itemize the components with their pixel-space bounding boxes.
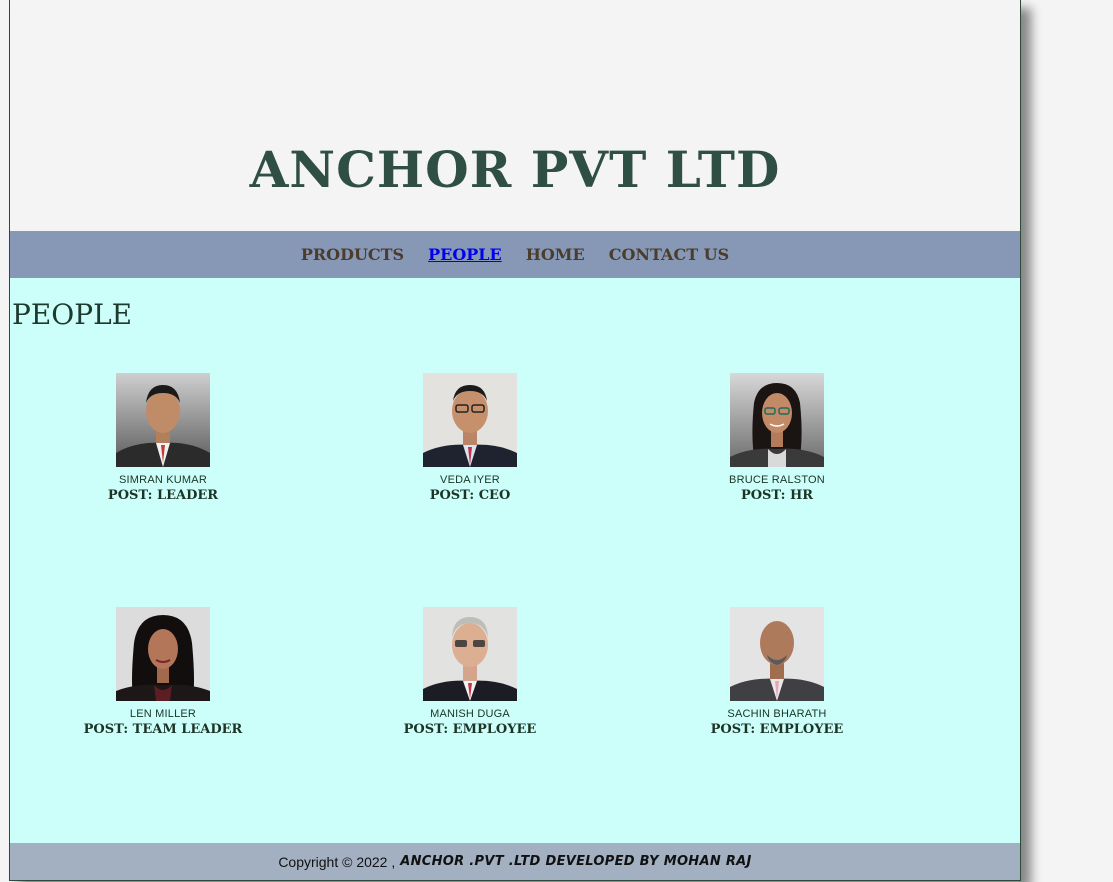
people-section: PEOPLE SIMRAN KUMAR POST: LEADER VEDA IY… — [10, 278, 1020, 843]
page-heading: PEOPLE — [12, 298, 133, 331]
site-footer: Copyright © 2022 , ANCHOR .PVT .LTD DEVE… — [10, 843, 1020, 880]
person-name: LEN MILLER — [129, 708, 197, 720]
person-photo — [116, 373, 210, 467]
page-frame: ANCHOR PVT LTD PRODUCTS PEOPLE HOME CONT… — [9, 0, 1021, 881]
person-name: VEDA IYER — [440, 474, 500, 486]
nav-link-contact-us[interactable]: CONTACT US — [597, 245, 741, 264]
nav-link-people[interactable]: PEOPLE — [416, 245, 514, 264]
person-post: POST: EMPLOYEE — [710, 722, 844, 737]
copyright-text: Copyright © 2022 , — [278, 853, 396, 870]
person-name: MANISH DUGA — [430, 708, 510, 720]
nav-link-home[interactable]: HOME — [514, 245, 597, 264]
person-post: POST: HR — [740, 488, 814, 503]
site-header: ANCHOR PVT LTD — [10, 0, 1020, 231]
person-name: SIMRAN KUMAR — [119, 474, 207, 486]
person-card: SIMRAN KUMAR POST: LEADER — [63, 373, 263, 503]
person-card: MANISH DUGA POST: EMPLOYEE — [370, 607, 570, 737]
site-title: ANCHOR PVT LTD — [249, 140, 781, 199]
person-photo — [423, 607, 517, 701]
person-photo — [730, 607, 824, 701]
person-post: POST: TEAM LEADER — [83, 722, 243, 737]
person-name: BRUCE RALSTON — [729, 474, 825, 486]
person-post: POST: EMPLOYEE — [403, 722, 537, 737]
main-nav: PRODUCTS PEOPLE HOME CONTACT US — [10, 231, 1020, 278]
developer-credit: ANCHOR .PVT .LTD DEVELOPED BY MOHAN RAJ — [400, 854, 752, 869]
person-card: SACHIN BHARATH POST: EMPLOYEE — [677, 607, 877, 737]
person-name: SACHIN BHARATH — [727, 708, 827, 720]
person-card: BRUCE RALSTON POST: HR — [677, 373, 877, 503]
person-card: VEDA IYER POST: CEO — [370, 373, 570, 503]
person-photo — [423, 373, 517, 467]
person-photo — [730, 373, 824, 467]
person-post: POST: CEO — [429, 488, 511, 503]
nav-link-products[interactable]: PRODUCTS — [289, 245, 416, 264]
person-photo — [116, 607, 210, 701]
person-post: POST: LEADER — [107, 488, 219, 503]
person-card: LEN MILLER POST: TEAM LEADER — [63, 607, 263, 737]
